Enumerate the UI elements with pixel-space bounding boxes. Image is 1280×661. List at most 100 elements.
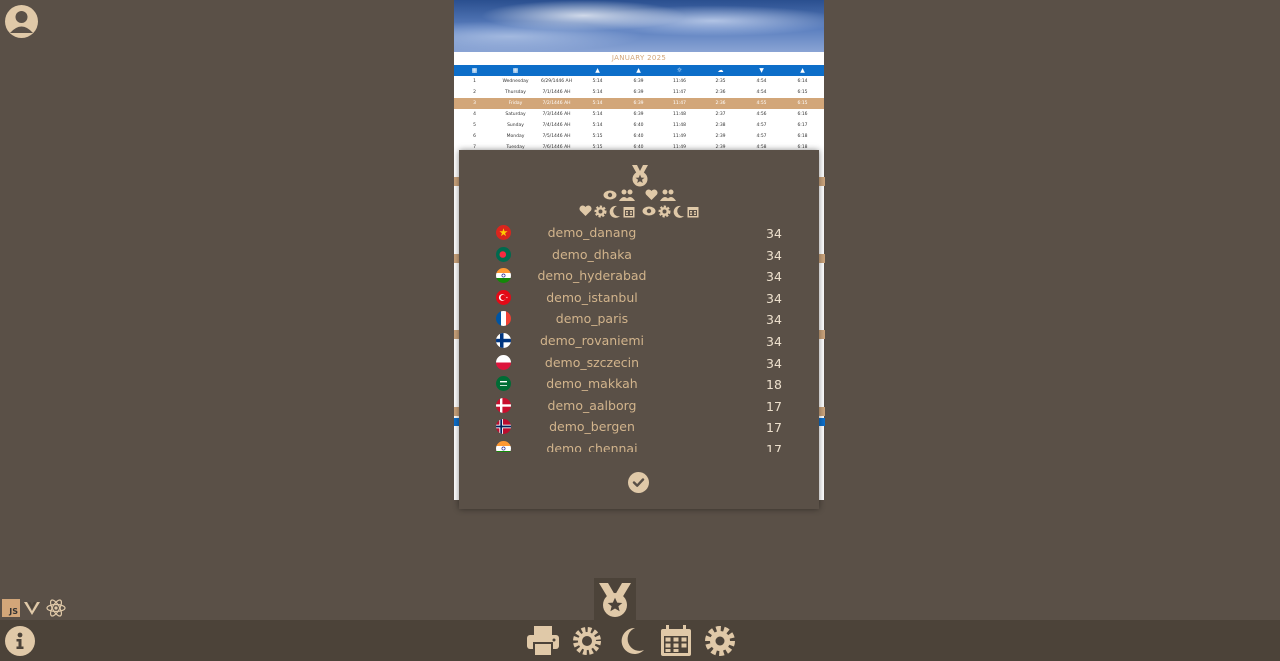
react-icon[interactable] — [44, 598, 68, 618]
leaderboard-row: demo_aalborg 17 — [479, 395, 819, 417]
asr-time: 2:39 — [715, 134, 726, 139]
moon-icon — [673, 205, 684, 218]
leaderboard-icon-row-2 — [459, 204, 819, 218]
calendar-weekday: Saturday — [505, 112, 526, 117]
dhuhr-time: 11:47 — [673, 90, 686, 95]
check-icon — [632, 478, 645, 487]
calendar-icon — [687, 206, 699, 217]
denmark-flag-icon — [496, 397, 511, 413]
sunset-icon: ▼ — [759, 67, 764, 74]
leaderboard-score: 34 — [766, 290, 782, 306]
framework-switch: JS — [2, 598, 68, 618]
leaderboard-username: demo_rovaniemi — [539, 332, 644, 348]
info-button[interactable] — [5, 626, 35, 656]
eye-icon — [642, 206, 656, 216]
fajr-time: 5:14 — [592, 79, 603, 84]
finland-flag-icon — [496, 332, 511, 348]
calendar-icon — [623, 206, 635, 217]
calendar-table-header: ▦ ▦ ▲ ▲ ☼ ☁ ▼ ▲ — [454, 65, 824, 76]
calendar-day: 6 — [473, 134, 476, 139]
leaderboard-username: demo_makkah — [546, 376, 638, 392]
calendar-icon: ▦ — [471, 67, 478, 74]
sunrise-time: 6:39 — [633, 101, 644, 106]
leaderboard-score: 34 — [766, 355, 782, 371]
calendar-row: 4 Saturday 7/3/1446 AH 5:14 6:39 11:48 2:37 4:5… — [454, 109, 824, 120]
leaderboard-modal: demo_danang 34 demo_dhaka 34 demo_hydera… — [459, 150, 819, 509]
calendar-weekday: Friday — [508, 101, 523, 106]
vietnam-flag-icon — [496, 225, 511, 240]
tab-leaderboard[interactable] — [594, 578, 636, 621]
night-mode-button[interactable] — [614, 625, 648, 657]
fajr-time: 5:14 — [592, 101, 603, 106]
leaderboard-username: demo_bergen — [549, 419, 635, 435]
leaderboard-username: demo_hyderabad — [537, 268, 647, 284]
heart-icon — [579, 205, 592, 216]
leaderboard-row: demo_istanbul 34 — [479, 287, 819, 309]
dhuhr-time: 11:48 — [673, 112, 686, 117]
asr-time: 2:36 — [715, 101, 726, 106]
gear-icon — [705, 626, 735, 656]
page-edge — [819, 407, 825, 416]
confirm-button[interactable] — [628, 472, 649, 493]
fajr-time: 5:14 — [592, 123, 603, 128]
dhuhr-time: 11:46 — [673, 79, 686, 84]
leaderboard-score: 17 — [766, 398, 782, 414]
asr-time: 2:38 — [715, 123, 726, 128]
calendar-weekday: Thursday — [505, 90, 526, 95]
sunset-time: 4:57 — [756, 123, 767, 128]
moon-icon — [609, 205, 620, 218]
leaderboard-list[interactable]: demo_danang 34 demo_dhaka 34 demo_hydera… — [479, 222, 819, 452]
user-avatar-button[interactable] — [5, 5, 38, 38]
isha-time: 6:15 — [797, 90, 808, 95]
page-edge — [819, 330, 825, 339]
leaderboard-score: 34 — [766, 247, 782, 263]
isha-icon: ▲ — [800, 67, 805, 74]
calendar-row: 2 Thursday 7/1/1446 AH 5:14 6:39 11:47 2:36 4:5… — [454, 87, 824, 98]
js-icon[interactable]: JS — [2, 599, 20, 617]
leaderboard-icon-row-1 — [459, 188, 819, 202]
vue-icon[interactable] — [20, 598, 44, 618]
page-edge — [819, 254, 825, 263]
sunrise-icon: ▲ — [636, 67, 641, 74]
sunrise-time: 6:39 — [633, 112, 644, 117]
asr-time: 2:37 — [715, 112, 726, 117]
settings-button[interactable] — [703, 625, 737, 657]
isha-time: 6:16 — [797, 112, 808, 117]
calendar-hijri-date: 6/29/1446 AH — [541, 79, 572, 84]
calendar-day: 4 — [473, 112, 476, 117]
page-edge — [819, 177, 825, 186]
sunset-time: 4:56 — [756, 112, 767, 117]
leaderboard-username: demo_danang — [547, 225, 637, 240]
sunset-time: 4:54 — [756, 79, 767, 84]
leaderboard-row: demo_dhaka 34 — [479, 244, 819, 266]
sun-icon — [658, 205, 671, 217]
fajr-time: 5:14 — [592, 90, 603, 95]
daytime-button[interactable] — [570, 625, 604, 657]
bangladesh-flag-icon — [496, 246, 511, 262]
sunrise-time: 6:40 — [633, 134, 644, 139]
calendar-row: 6 Monday 7/5/1446 AH 5:15 6:40 11:49 2:39 4:57 6… — [454, 131, 824, 142]
saudi-arabia-flag-icon — [496, 376, 511, 392]
leaderboard-row: demo_hyderabad 34 — [479, 265, 819, 287]
print-button[interactable] — [526, 625, 560, 657]
calendar-icon — [661, 625, 691, 656]
dhuhr-icon: ☼ — [676, 67, 683, 74]
eye-icon — [603, 190, 616, 200]
users-icon — [618, 189, 635, 201]
sunrise-time: 6:39 — [633, 90, 644, 95]
leaderboard-username: demo_aalborg — [547, 397, 637, 413]
calendar-button[interactable] — [659, 625, 693, 657]
medal-icon — [632, 165, 648, 187]
sunrise-time: 6:40 — [633, 123, 644, 128]
leaderboard-score: 34 — [766, 226, 782, 241]
leaderboard-row: demo_paris 34 — [479, 308, 819, 330]
india-flag-icon — [496, 268, 511, 284]
leaderboard-row: demo_rovaniemi 34 — [479, 330, 819, 352]
isha-time: 6:14 — [797, 79, 808, 84]
leaderboard-row: demo_makkah 18 — [479, 373, 819, 395]
calendar-month-title: JANUARY 2025 — [611, 54, 667, 62]
calendar-hijri-date: 7/3/1446 AH — [542, 112, 571, 117]
calendar-weekday: Wednesday — [502, 79, 529, 84]
isha-time: 6:15 — [797, 101, 808, 106]
sunset-time: 4:55 — [756, 101, 767, 106]
